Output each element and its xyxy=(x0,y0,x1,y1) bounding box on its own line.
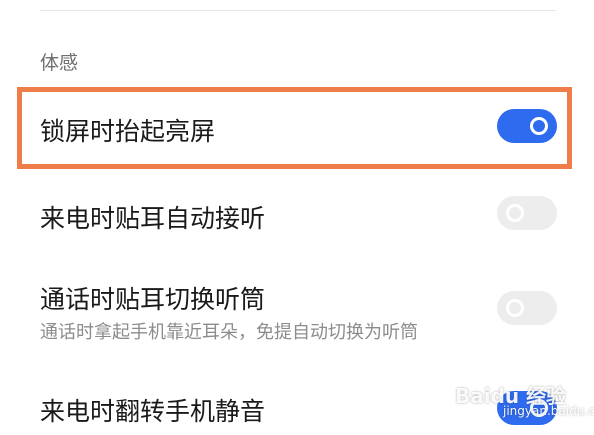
toggle-knob xyxy=(506,204,524,222)
setting-title: 来电时贴耳自动接听 xyxy=(40,204,266,233)
setting-title: 通话时贴耳切换听筒 xyxy=(40,285,266,314)
section-header: 体感 xyxy=(40,52,79,74)
lift-to-wake-toggle[interactable] xyxy=(497,109,557,143)
toggle-knob xyxy=(530,399,548,417)
switch-earpiece-toggle[interactable] xyxy=(497,291,557,325)
setting-row-switch-earpiece[interactable]: 通话时贴耳切换听筒 通话时拿起手机靠近耳朵，免提自动切换为听筒 xyxy=(0,262,594,358)
auto-answer-toggle[interactable] xyxy=(497,196,557,230)
toggle-knob xyxy=(530,117,548,135)
top-divider xyxy=(40,10,556,11)
setting-row-flip-to-mute[interactable]: 来电时翻转手机静音 xyxy=(0,372,594,435)
setting-row-auto-answer[interactable]: 来电时贴耳自动接听 xyxy=(0,178,594,248)
setting-title: 来电时翻转手机静音 xyxy=(40,397,266,426)
toggle-knob xyxy=(506,299,524,317)
setting-subtitle: 通话时拿起手机靠近耳朵，免提自动切换为听筒 xyxy=(40,322,418,343)
setting-title: 锁屏时抬起亮屏 xyxy=(40,117,216,146)
setting-row-lift-to-wake[interactable]: 锁屏时抬起亮屏 xyxy=(0,92,594,164)
flip-to-mute-toggle[interactable] xyxy=(497,391,557,425)
